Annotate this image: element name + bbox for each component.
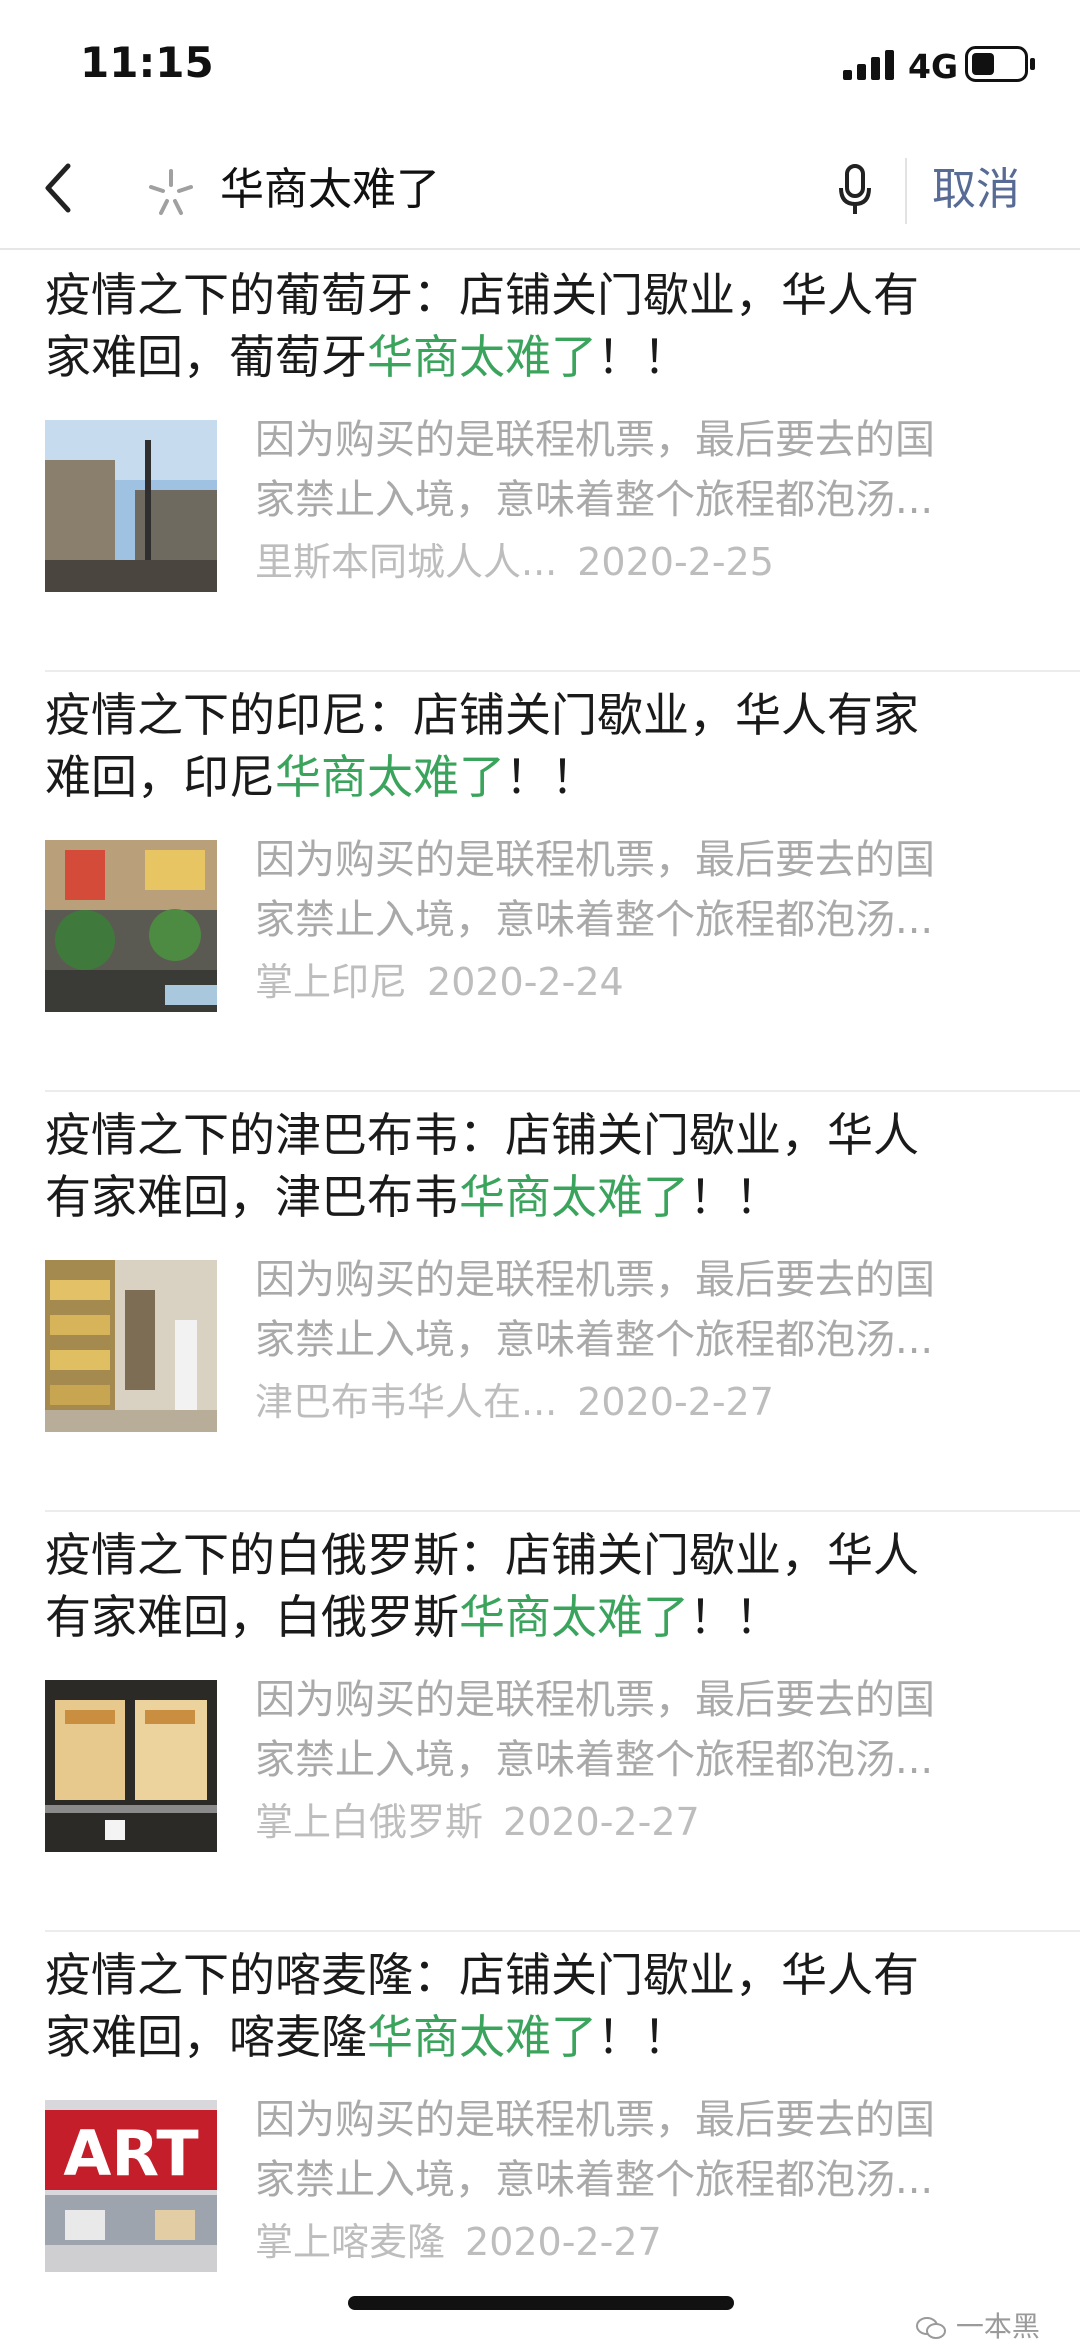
- result-description: 因为购买的是联程机票，最后要去的国 家禁止入境，意味着整个旅程都泡汤...: [255, 1677, 935, 1783]
- result-date: 2020-2-27: [577, 1380, 774, 1424]
- result-item[interactable]: 疫情之下的喀麦隆：店铺关门歇业，华人有 家难回，喀麦隆华商太难了！！ ART 因…: [0, 1932, 1080, 2352]
- result-description: 因为购买的是联程机票，最后要去的国 家禁止入境，意味着整个旅程都泡汤...: [255, 2097, 935, 2203]
- result-source: 掌上喀麦隆: [255, 2220, 446, 2264]
- result-thumbnail: [45, 1260, 217, 1432]
- result-source: 掌上印尼: [255, 960, 408, 1004]
- chevron-left-icon[interactable]: [40, 158, 80, 218]
- result-date: 2020-2-25: [577, 540, 774, 584]
- result-date: 2020-2-24: [427, 960, 624, 1004]
- highlight-keyword: 华商太难了: [275, 750, 505, 804]
- search-bar: 华商太难了 取消: [0, 130, 1080, 250]
- result-source: 里斯本同城人人...: [255, 540, 558, 584]
- result-meta: 掌上印尼 2020-2-24: [255, 954, 624, 1010]
- home-indicator[interactable]: [348, 2296, 734, 2310]
- result-title: 疫情之下的津巴布韦：店铺关门歇业，华人 有家难回，津巴布韦华商太难了！！: [45, 1108, 919, 1224]
- result-thumbnail: [45, 420, 217, 592]
- result-item[interactable]: 疫情之下的津巴布韦：店铺关门歇业，华人 有家难回，津巴布韦华商太难了！！ 因为购…: [0, 1092, 1080, 1512]
- wechat-icon: [916, 2317, 946, 2339]
- result-item[interactable]: 疫情之下的印尼：店铺关门歇业，华人有家 难回，印尼华商太难了！！ 因为购买的是联…: [0, 672, 1080, 1092]
- result-source: 掌上白俄罗斯: [255, 1800, 484, 1844]
- result-source: 津巴布韦华人在...: [255, 1380, 558, 1424]
- highlight-keyword: 华商太难了: [459, 1170, 689, 1224]
- result-meta: 掌上白俄罗斯 2020-2-27: [255, 1794, 700, 1850]
- result-title: 疫情之下的喀麦隆：店铺关门歇业，华人有 家难回，喀麦隆华商太难了！！: [45, 1948, 919, 2064]
- result-title: 疫情之下的白俄罗斯：店铺关门歇业，华人 有家难回，白俄罗斯华商太难了！！: [45, 1528, 919, 1644]
- cancel-button[interactable]: 取消: [932, 160, 1020, 220]
- highlight-keyword: 华商太难了: [459, 1590, 689, 1644]
- result-item[interactable]: 疫情之下的白俄罗斯：店铺关门歇业，华人 有家难回，白俄罗斯华商太难了！！ 因为购…: [0, 1512, 1080, 1932]
- search-spark-icon: [149, 169, 193, 215]
- status-bar: 11:15 4G: [0, 0, 1080, 130]
- result-description: 因为购买的是联程机票，最后要去的国 家禁止入境，意味着整个旅程都泡汤...: [255, 1257, 935, 1363]
- highlight-keyword: 华商太难了: [367, 330, 597, 384]
- highlight-keyword: 华商太难了: [367, 2010, 597, 2064]
- result-meta: 掌上喀麦隆 2020-2-27: [255, 2214, 662, 2270]
- result-title: 疫情之下的葡萄牙：店铺关门歇业，华人有 家难回，葡萄牙华商太难了！！: [45, 268, 919, 384]
- microphone-icon[interactable]: [835, 160, 875, 220]
- signal-icon: [843, 50, 894, 80]
- watermark: 一本黑: [915, 2305, 1040, 2345]
- result-date: 2020-2-27: [465, 2220, 662, 2264]
- watermark-text: 一本黑: [955, 2310, 1040, 2343]
- result-meta: 津巴布韦华人在... 2020-2-27: [255, 1374, 774, 1430]
- result-meta: 里斯本同城人人... 2020-2-25: [255, 534, 774, 590]
- thumbnail-sign-text: ART: [63, 2117, 198, 2190]
- network-type: 4G: [908, 47, 959, 86]
- battery-icon: [965, 46, 1035, 82]
- result-thumbnail: ART: [45, 2100, 217, 2272]
- status-time: 11:15: [80, 38, 214, 87]
- search-input[interactable]: 华商太难了: [220, 160, 440, 220]
- search-divider: [905, 158, 907, 224]
- result-title: 疫情之下的印尼：店铺关门歇业，华人有家 难回，印尼华商太难了！！: [45, 688, 919, 804]
- result-thumbnail: [45, 1680, 217, 1852]
- result-description: 因为购买的是联程机票，最后要去的国 家禁止入境，意味着整个旅程都泡汤...: [255, 837, 935, 943]
- result-thumbnail: [45, 840, 217, 1012]
- result-item[interactable]: 疫情之下的葡萄牙：店铺关门歇业，华人有 家难回，葡萄牙华商太难了！！ 因为购买的…: [0, 252, 1080, 672]
- result-description: 因为购买的是联程机票，最后要去的国 家禁止入境，意味着整个旅程都泡汤...: [255, 417, 935, 523]
- result-date: 2020-2-27: [503, 1800, 700, 1844]
